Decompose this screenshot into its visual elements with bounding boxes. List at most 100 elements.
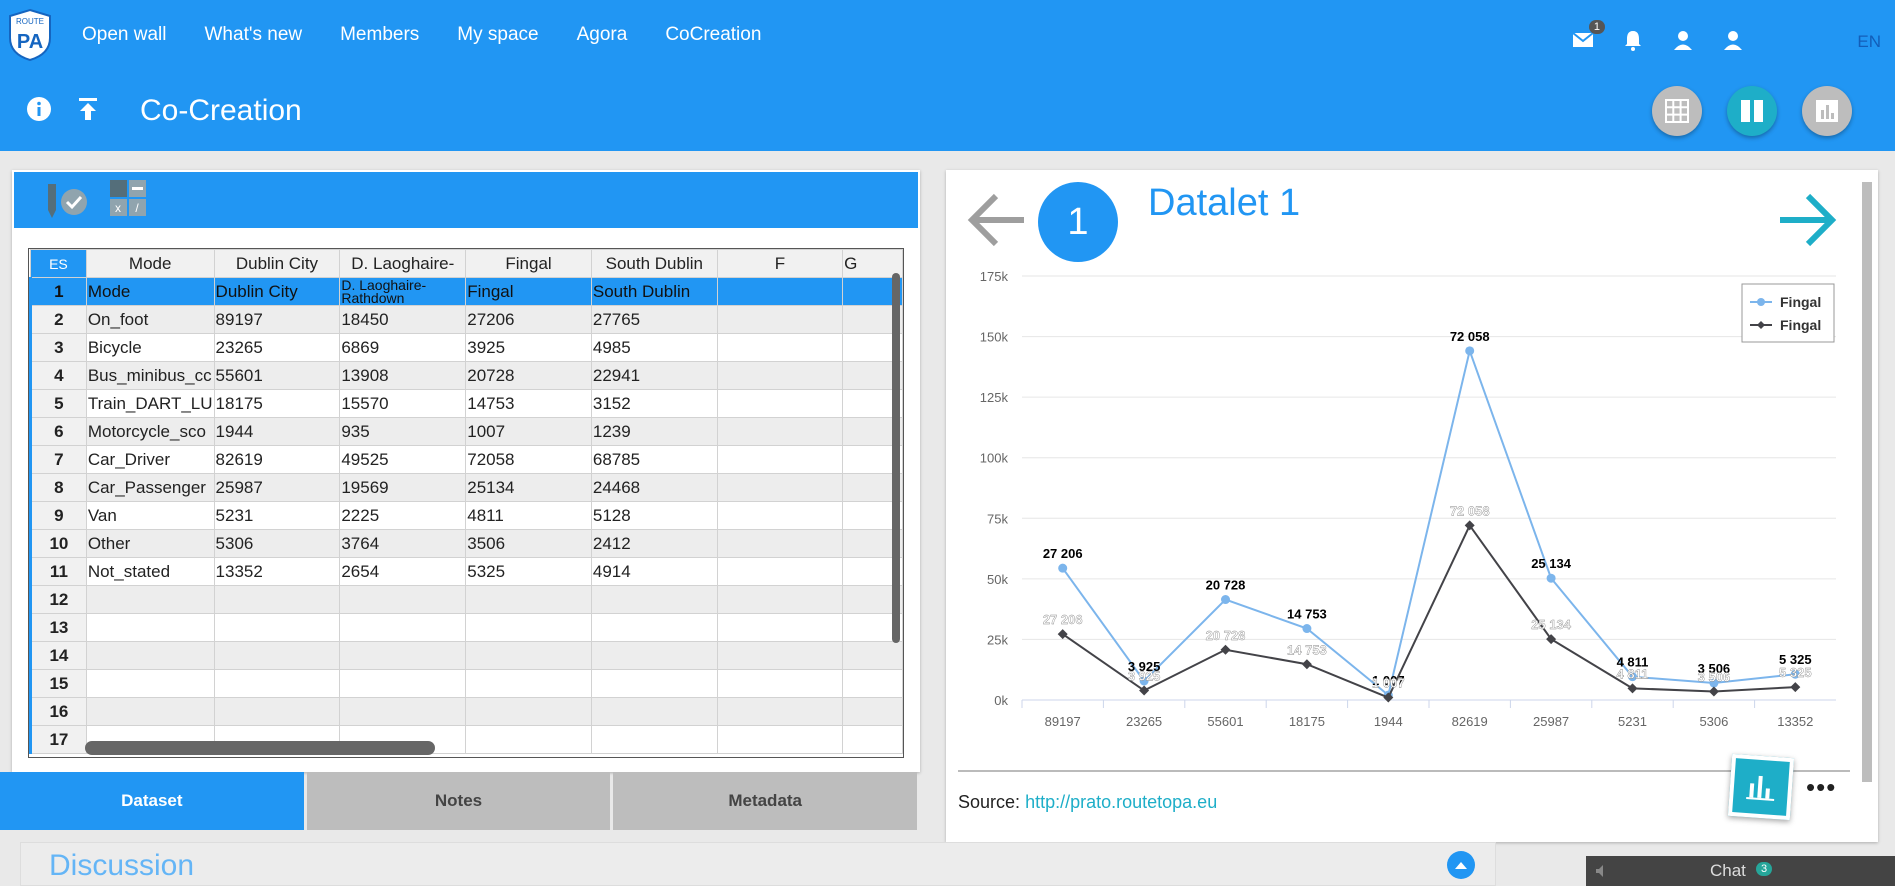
column-header[interactable]: D. Laoghaire-: [339, 249, 467, 278]
grid-cell[interactable]: [85, 585, 215, 614]
grid-cell[interactable]: [213, 585, 341, 614]
arrow-right-icon[interactable]: [1778, 192, 1838, 253]
grid-cell[interactable]: [716, 501, 844, 530]
discussion-bar[interactable]: Discussion: [20, 842, 1496, 886]
grid-cell[interactable]: [590, 585, 718, 614]
grid-cell[interactable]: Car_Passenger: [85, 473, 215, 502]
row-header[interactable]: 7: [29, 445, 87, 474]
row-header[interactable]: 9: [29, 501, 87, 530]
grid-cell[interactable]: [213, 669, 341, 698]
info-icon[interactable]: [26, 96, 52, 127]
grid-cell[interactable]: 20728: [465, 361, 592, 390]
column-header[interactable]: Fingal: [465, 249, 592, 278]
grid-cell[interactable]: [339, 697, 467, 726]
grid-corner[interactable]: ES: [30, 249, 87, 278]
grid-cell[interactable]: [339, 641, 467, 670]
row-header[interactable]: 12: [29, 585, 87, 614]
grid-cell[interactable]: South Dublin: [590, 277, 718, 306]
grid-cell[interactable]: [716, 333, 844, 362]
grid-cell[interactable]: [465, 585, 592, 614]
grid-cell[interactable]: 3152: [590, 389, 718, 418]
grid-cell[interactable]: [213, 697, 341, 726]
chat-bar[interactable]: Chat 3: [1586, 856, 1895, 886]
row-header[interactable]: 17: [29, 725, 87, 754]
user-icon[interactable]: [1671, 28, 1695, 52]
grid-cell[interactable]: [716, 669, 844, 698]
row-header[interactable]: 8: [29, 473, 87, 502]
grid-cell[interactable]: [339, 669, 467, 698]
grid-cell[interactable]: 4985: [590, 333, 718, 362]
grid-cell[interactable]: Bus_minibus_cc: [85, 361, 215, 390]
grid-cell[interactable]: 2225: [339, 501, 467, 530]
grid-cell[interactable]: [213, 641, 341, 670]
grid-cell[interactable]: [716, 473, 844, 502]
grid-cell[interactable]: [716, 529, 844, 558]
grid-cell[interactable]: [590, 641, 718, 670]
grid-cell[interactable]: 6869: [339, 333, 467, 362]
grid-cell[interactable]: Mode: [85, 277, 215, 306]
horizontal-scrollbar[interactable]: [85, 741, 435, 755]
grid-cell[interactable]: [590, 725, 718, 754]
grid-cell[interactable]: [716, 305, 844, 334]
vertical-scrollbar[interactable]: [892, 273, 900, 643]
grid-cell[interactable]: 14753: [465, 389, 592, 418]
grid-cell[interactable]: [842, 725, 903, 754]
row-header[interactable]: 1: [29, 277, 87, 306]
row-header[interactable]: 5: [29, 389, 87, 418]
grid-cell[interactable]: [465, 725, 592, 754]
spreadsheet[interactable]: ES Mode Dublin City D. Laoghaire- Fingal…: [28, 248, 904, 758]
source-link[interactable]: http://prato.routetopa.eu: [1025, 792, 1217, 812]
grid-cell[interactable]: [465, 641, 592, 670]
grid-cell[interactable]: [716, 557, 844, 586]
grid-cell[interactable]: 68785: [590, 445, 718, 474]
grid-cell[interactable]: [85, 641, 215, 670]
logo[interactable]: ROUTE PA: [4, 8, 56, 62]
grid-cell[interactable]: 3764: [339, 529, 467, 558]
grid-cell[interactable]: 935: [339, 417, 467, 446]
grid-cell[interactable]: 18175: [213, 389, 341, 418]
grid-cell[interactable]: [465, 669, 592, 698]
grid-cell[interactable]: On_foot: [85, 305, 215, 334]
row-header[interactable]: 10: [29, 529, 87, 558]
grid-cell[interactable]: [716, 361, 844, 390]
profile-icon[interactable]: [1721, 28, 1745, 52]
column-header[interactable]: Dublin City: [213, 249, 341, 278]
grid-cell[interactable]: [716, 585, 844, 614]
grid-cell[interactable]: 5231: [213, 501, 341, 530]
grid-cell[interactable]: Car_Driver: [85, 445, 215, 474]
grid-cell[interactable]: 27765: [590, 305, 718, 334]
grid-cell[interactable]: [85, 697, 215, 726]
bell-icon[interactable]: [1621, 28, 1645, 52]
nav-cocreation[interactable]: CoCreation: [665, 24, 761, 46]
grid-cell[interactable]: 2412: [590, 529, 718, 558]
column-header[interactable]: South Dublin: [590, 249, 718, 278]
grid-cell[interactable]: Motorcycle_sco: [85, 417, 215, 446]
grid-cell[interactable]: [716, 417, 844, 446]
nav-whats-new[interactable]: What's new: [205, 24, 303, 46]
grid-cell[interactable]: [716, 641, 844, 670]
grid-cell[interactable]: 15570: [339, 389, 467, 418]
grid-cell[interactable]: [85, 669, 215, 698]
nav-members[interactable]: Members: [340, 24, 419, 46]
grid-cell[interactable]: [716, 389, 844, 418]
grid-cell[interactable]: D. Laoghaire-Rathdown: [339, 277, 467, 306]
grid-cell[interactable]: [339, 585, 467, 614]
grid-cell[interactable]: 4914: [590, 557, 718, 586]
grid-cell[interactable]: Dublin City: [213, 277, 341, 306]
calculator-icon[interactable]: x /: [108, 178, 148, 223]
row-header[interactable]: 6: [29, 417, 87, 446]
chart-view-button[interactable]: [1802, 86, 1852, 136]
column-header[interactable]: F: [716, 249, 844, 278]
arrow-left-icon[interactable]: [966, 192, 1026, 253]
nav-agora[interactable]: Agora: [577, 24, 628, 46]
grid-cell[interactable]: Bicycle: [85, 333, 215, 362]
grid-cell[interactable]: [85, 613, 215, 642]
upload-icon[interactable]: [76, 96, 100, 127]
grid-cell[interactable]: 13352: [213, 557, 341, 586]
nav-my-space[interactable]: My space: [457, 24, 538, 46]
grid-cell[interactable]: 23265: [213, 333, 341, 362]
row-header[interactable]: 15: [29, 669, 87, 698]
grid-cell[interactable]: Train_DART_LU: [85, 389, 215, 418]
grid-cell[interactable]: [716, 697, 844, 726]
grid-cell[interactable]: Other: [85, 529, 215, 558]
